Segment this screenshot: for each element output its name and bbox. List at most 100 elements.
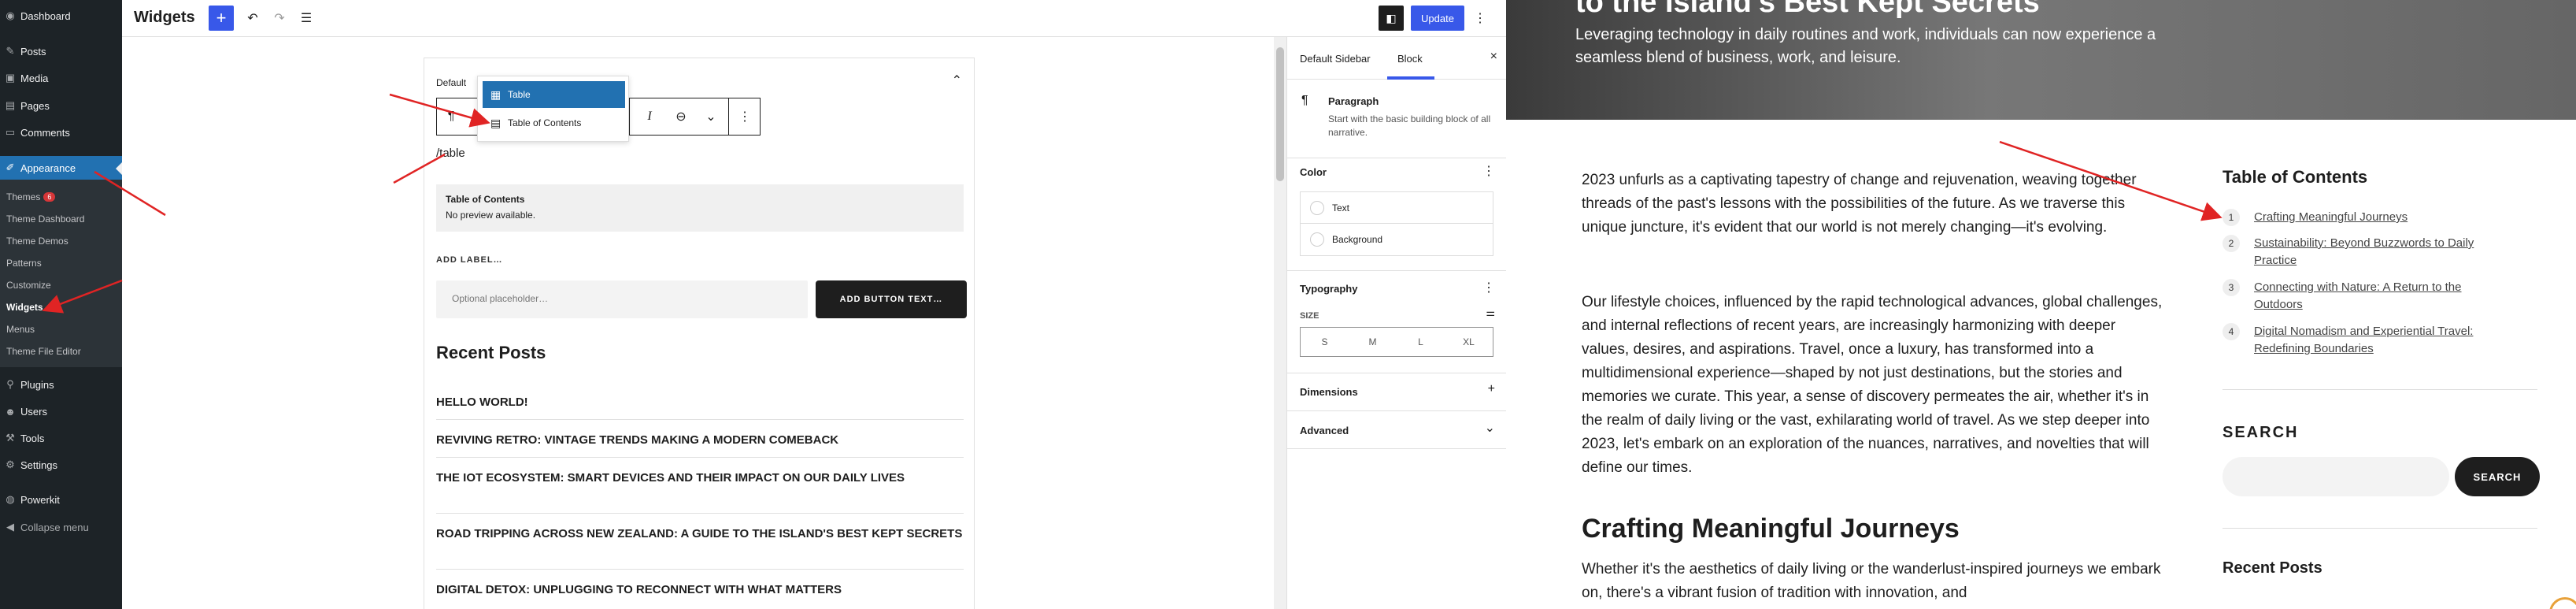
- menu-label: Dashboard: [20, 9, 71, 22]
- update-button[interactable]: Update: [1411, 6, 1464, 31]
- toc-entry-link[interactable]: Sustainability: Beyond Buzzwords to Dail…: [2254, 235, 2506, 269]
- panel-divider: [1287, 270, 1507, 271]
- tab-default-sidebar[interactable]: Default Sidebar: [1300, 53, 1371, 65]
- search-placeholder-field[interactable]: Optional placeholder…: [436, 280, 808, 318]
- media-icon: ▣: [5, 72, 16, 84]
- menu-users[interactable]: ☻ Users: [0, 401, 122, 421]
- appearance-submenu: Themes 6 Theme Dashboard Theme Demos Patt…: [0, 180, 122, 367]
- font-size-s[interactable]: S: [1301, 328, 1349, 356]
- search-button-text[interactable]: ADD BUTTON TEXT…: [816, 280, 967, 318]
- link-icon[interactable]: ⊖: [665, 98, 697, 135]
- chevron-down-icon[interactable]: ⌄: [1485, 420, 1495, 436]
- color-option-label: Background: [1332, 234, 1383, 245]
- menu-pages[interactable]: ▤ Pages: [0, 95, 122, 116]
- toc-entry-link[interactable]: Digital Nomadism and Experiential Travel…: [2254, 323, 2506, 358]
- block-description: Start with the basic building block of a…: [1328, 113, 1491, 138]
- submenu-theme-file-editor[interactable]: Theme File Editor: [6, 346, 81, 357]
- list-view-icon[interactable]: ☰: [295, 6, 317, 31]
- menu-tools[interactable]: ⚒ Tools: [0, 428, 122, 448]
- settings-toggle-button[interactable]: ◧: [1379, 6, 1404, 31]
- submenu-widgets[interactable]: Widgets: [6, 302, 43, 313]
- toc-placeholder-note: No preview available.: [446, 210, 536, 221]
- options-more-icon[interactable]: ⋮: [1471, 6, 1490, 31]
- font-size-picker: S M L XL: [1300, 327, 1493, 357]
- recent-post-link[interactable]: Reviving Retro: Vintage Trends Making a …: [436, 431, 964, 449]
- submenu-customize[interactable]: Customize: [6, 280, 51, 291]
- chevron-down-icon[interactable]: ⌄: [697, 98, 725, 135]
- toc-entry-number: 2: [2223, 235, 2240, 252]
- hero-subtitle: Leveraging technology in daily routines …: [1575, 26, 2156, 66]
- font-size-xl[interactable]: XL: [1445, 328, 1493, 356]
- frontend-preview: to the Island's Best Kept Secrets Levera…: [1506, 0, 2576, 609]
- undo-icon[interactable]: ↶: [242, 6, 264, 31]
- font-size-m[interactable]: M: [1349, 328, 1397, 356]
- advanced-panel-title[interactable]: Advanced: [1300, 425, 1349, 436]
- menu-media[interactable]: ▣ Media: [0, 68, 122, 88]
- menu-powerkit[interactable]: ◍ Powerkit: [0, 489, 122, 510]
- toc-entry-number: 4: [2223, 323, 2240, 340]
- recent-post-link[interactable]: Digital Detox: Unplugging to Reconnect w…: [436, 581, 964, 599]
- color-options: Text Background: [1300, 191, 1493, 256]
- toc-placeholder-title: Table of Contents: [446, 194, 525, 205]
- chevron-up-icon[interactable]: ⌃: [952, 72, 962, 88]
- search-label[interactable]: ADD LABEL…: [436, 255, 503, 265]
- add-block-button[interactable]: +: [209, 6, 234, 31]
- color-options-icon[interactable]: ⋮: [1482, 163, 1495, 179]
- sliders-icon[interactable]: ⚌: [1486, 306, 1495, 319]
- submenu-theme-demos[interactable]: Theme Demos: [6, 236, 68, 247]
- recent-post-link[interactable]: Hello world!: [436, 393, 964, 411]
- canvas-scrollbar-thumb[interactable]: [1276, 47, 1284, 181]
- plugins-icon: ⚲: [6, 378, 14, 390]
- toc-entry[interactable]: 1 Crafting Meaningful Journeys: [2223, 209, 2506, 226]
- menu-dashboard[interactable]: ◉ Dashboard: [0, 6, 122, 26]
- recent-post-link[interactable]: The IoT Ecosystem: Smart Devices and The…: [436, 469, 964, 487]
- color-option-text[interactable]: Text: [1301, 192, 1493, 224]
- tab-block[interactable]: Block: [1397, 53, 1423, 65]
- recent-post-link[interactable]: Road Tripping Across New Zealand: A Guid…: [436, 525, 964, 543]
- update-count-badge: 6: [43, 192, 56, 202]
- plus-icon[interactable]: +: [1488, 382, 1495, 396]
- redo-icon[interactable]: ↷: [268, 6, 291, 31]
- toc-entry[interactable]: 3 Connecting with Nature: A Return to the…: [2223, 279, 2506, 314]
- more-options-icon[interactable]: ⋮: [730, 98, 760, 135]
- search-input[interactable]: [2223, 457, 2449, 496]
- paragraph-icon[interactable]: ¶: [437, 98, 465, 135]
- scroll-progress-indicator[interactable]: [2549, 597, 2576, 609]
- toc-entry-link[interactable]: Connecting with Nature: A Return to the …: [2254, 279, 2506, 314]
- typography-options-icon[interactable]: ⋮: [1482, 280, 1495, 295]
- dimensions-panel-title[interactable]: Dimensions: [1300, 386, 1358, 398]
- submenu-patterns[interactable]: Patterns: [6, 258, 42, 269]
- italic-icon[interactable]: I: [634, 98, 665, 135]
- tools-icon: ⚒: [6, 432, 15, 444]
- search-button[interactable]: SEARCH: [2455, 457, 2540, 496]
- toc-block-placeholder[interactable]: Table of Contents No preview available.: [436, 184, 964, 232]
- submenu-themes[interactable]: Themes 6: [6, 191, 56, 202]
- menu-comments[interactable]: ▭ Comments: [0, 122, 122, 143]
- menu-posts[interactable]: ✎ Posts: [0, 41, 122, 61]
- menu-label: Comments: [20, 126, 70, 139]
- paragraph-slash-command[interactable]: /table: [436, 147, 465, 160]
- toc-entry-number: 3: [2223, 279, 2240, 296]
- hero-title: to the Island's Best Kept Secrets: [1575, 0, 2040, 19]
- pages-icon: ▤: [5, 99, 16, 111]
- menu-label: Plugins: [20, 378, 54, 391]
- menu-plugins[interactable]: ⚲ Plugins: [0, 374, 122, 395]
- submenu-menus[interactable]: Menus: [6, 324, 35, 335]
- toc-widget-title: Table of Contents: [2223, 167, 2368, 187]
- color-option-background[interactable]: Background: [1301, 224, 1493, 255]
- submenu-theme-dashboard[interactable]: Theme Dashboard: [6, 214, 84, 225]
- menu-appearance[interactable]: ✐ Appearance: [0, 156, 122, 180]
- toc-entry[interactable]: 4 Digital Nomadism and Experiential Trave…: [2223, 323, 2506, 358]
- inserter-option-table[interactable]: ▦ Table: [483, 81, 625, 108]
- close-icon[interactable]: ×: [1490, 50, 1497, 64]
- block-name: Paragraph: [1328, 95, 1379, 107]
- font-size-l[interactable]: L: [1397, 328, 1445, 356]
- article-paragraph: 2023 unfurls as a captivating tapestry o…: [1582, 172, 2137, 236]
- toc-entry[interactable]: 2 Sustainability: Beyond Buzzwords to Dai…: [2223, 235, 2506, 269]
- toc-entry-link[interactable]: Crafting Meaningful Journeys: [2254, 209, 2408, 226]
- toolbar-divider: [728, 98, 729, 135]
- menu-label: Posts: [20, 45, 46, 58]
- menu-settings[interactable]: ⚙ Settings: [0, 455, 122, 475]
- inserter-option-table-of-contents[interactable]: ▤ Table of Contents: [483, 110, 625, 136]
- menu-collapse[interactable]: ◀ Collapse menu: [0, 517, 122, 537]
